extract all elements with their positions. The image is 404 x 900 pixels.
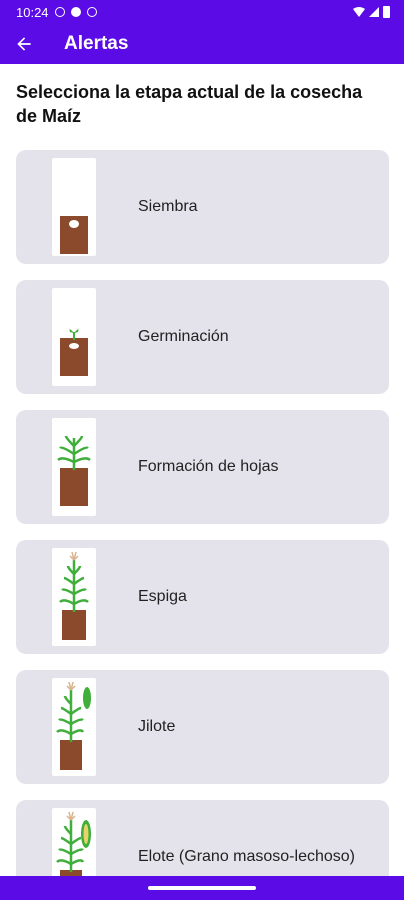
dnd-icon [86, 7, 97, 17]
arrow-left-icon [17, 37, 31, 51]
stage-card-jilote[interactable]: Jilote [16, 670, 389, 784]
stage-label: Germinación [138, 328, 229, 345]
stage-card-formacion-hojas[interactable]: Formación de hojas [16, 410, 389, 524]
seed-pot-icon [52, 158, 96, 256]
alarm-icon [54, 7, 65, 17]
page-title: Alertas [64, 33, 129, 54]
stage-label: Siembra [138, 198, 198, 215]
system-nav-bar [0, 876, 404, 900]
wifi-icon [353, 7, 365, 17]
section-heading: Selecciona la etapa actual de la cosecha… [16, 82, 363, 126]
stage-label: Espiga [138, 588, 187, 605]
stage-label: Jilote [138, 718, 176, 735]
record-icon [70, 7, 81, 17]
battery-icon [383, 6, 390, 18]
app-bar: Alertas [0, 24, 404, 64]
sprout-pot-icon [52, 288, 96, 386]
status-bar: 10:24 [0, 0, 404, 24]
back-button[interactable] [0, 24, 48, 64]
status-time: 10:24 [16, 4, 49, 20]
silk-plant-icon [52, 678, 96, 776]
leaves-pot-icon [52, 418, 96, 516]
signal-icon [369, 7, 379, 17]
tassel-plant-icon [52, 548, 96, 646]
stage-card-siembra[interactable]: Siembra [16, 150, 389, 264]
stage-card-germinacion[interactable]: Germinación [16, 280, 389, 394]
stage-label: Elote (Grano masoso-lechoso) [138, 848, 355, 865]
stage-card-espiga[interactable]: Espiga [16, 540, 389, 654]
stage-label: Formación de hojas [138, 458, 279, 475]
home-handle[interactable] [148, 886, 256, 890]
